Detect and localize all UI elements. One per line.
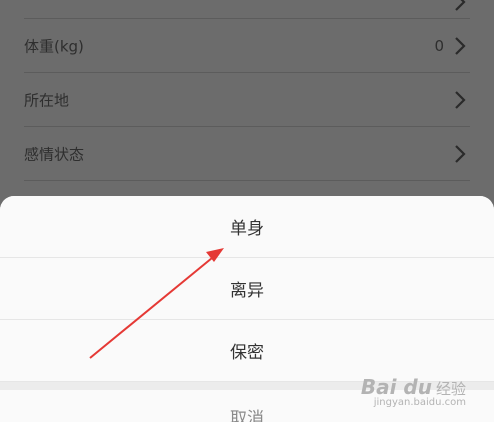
chevron-right-icon — [455, 90, 466, 109]
chevron-right-icon — [455, 0, 466, 11]
watermark-brand: Bai du — [360, 375, 432, 399]
option-secret[interactable]: 保密 — [0, 320, 494, 382]
profile-row-partial — [24, 0, 470, 19]
profile-row-relationship[interactable]: 感情状态 — [24, 127, 470, 181]
chevron-right-icon — [455, 144, 466, 163]
option-single[interactable]: 单身 — [0, 196, 494, 258]
option-divorced[interactable]: 离异 — [0, 258, 494, 320]
watermark-sub: 经验 — [435, 380, 466, 398]
profile-row-weight[interactable]: 体重(kg) 0 — [24, 19, 470, 73]
row-label: 感情状态 — [24, 145, 85, 163]
row-value: 0 — [434, 36, 444, 55]
watermark-url: jingyan.baidu.com — [373, 397, 466, 408]
baidu-watermark: Bai du 经验 jingyan.baidu.com — [361, 375, 466, 408]
row-label: 体重(kg) — [24, 37, 84, 55]
row-label: 所在地 — [24, 91, 70, 109]
profile-list-dimmed: 体重(kg) 0 所在地 感情状态 — [0, 0, 494, 210]
profile-row-location[interactable]: 所在地 — [24, 73, 470, 127]
chevron-right-icon — [455, 36, 466, 55]
